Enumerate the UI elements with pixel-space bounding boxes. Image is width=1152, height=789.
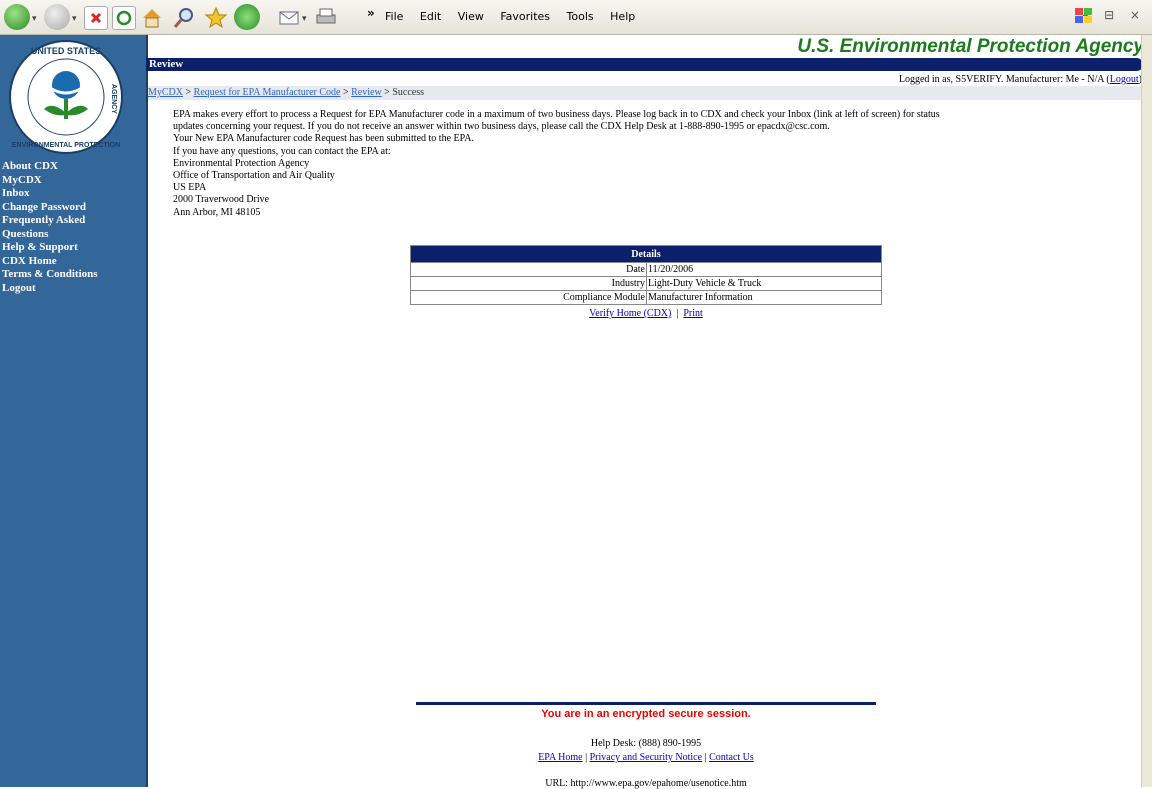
login-status: Logged in as, S5VERIFY. Manufacturer: Me… [899,74,1142,85]
home-icon[interactable] [140,6,162,28]
details-value: 11/20/2006 [646,262,882,277]
sidebar-item-inbox[interactable]: Inbox [2,187,98,201]
forward-dropdown-icon[interactable]: ▾ [72,14,77,24]
message-line: Your New EPA Manufacturer code Request h… [173,133,474,145]
menu-tools[interactable]: Tools [567,10,594,23]
breadcrumb-mycdx[interactable]: MyCDX [148,87,183,98]
svg-text:ENVIRONMENTAL PROTECTION: ENVIRONMENTAL PROTECTION [12,142,120,149]
sidebar-item-change-password[interactable]: Change Password [2,201,98,215]
login-text: Logged in as, S5VERIFY. Manufacturer: Me… [898,74,1110,85]
sidebar-item-faq[interactable]: Frequently Asked [2,214,98,228]
toolbar-overflow-icon[interactable]: » [367,6,375,20]
details-label: Date [410,262,647,277]
menu-file[interactable]: File [385,10,403,23]
menu-bar: File Edit View Favorites Tools Help [385,10,648,23]
browser-toolbar: ▾ ▾ ▾ » File Edit View Favorites Tools H… [0,0,1152,35]
vertical-scrollbar[interactable] [1141,35,1152,787]
footer-divider [416,702,876,705]
breadcrumb-request-code[interactable]: Request for EPA Manufacturer Code [194,87,341,98]
back-dropdown-icon[interactable]: ▾ [32,14,37,24]
footer-url: URL: http://www.epa.gov/epahome/usenotic… [545,778,747,789]
mail-dropdown-icon[interactable]: ▾ [302,14,307,24]
sidebar-item-about-cdx[interactable]: About CDX [2,160,98,174]
details-header: Details [410,245,882,263]
menu-help[interactable]: Help [610,10,635,23]
details-value: Light-Duty Vehicle & Truck [646,276,882,291]
action-links: Verify Home (CDX) | Print [410,308,882,319]
message-line: If you have any questions, you can conta… [173,145,391,157]
section-banner: Review [146,58,1143,71]
details-label: Industry [410,276,647,291]
sidebar-item-terms[interactable]: Terms & Conditions [2,268,98,282]
message-line: Ann Arbor, MI 48105 [173,206,261,218]
sidebar-item-faq-questions[interactable]: Questions [2,228,98,242]
sidebar-item-mycdx[interactable]: MyCDX [2,174,98,188]
breadcrumb-separator: > [342,87,349,98]
details-value: Manufacturer Information [646,290,882,305]
privacy-notice-link[interactable]: Privacy and Security Notice [590,752,702,763]
table-row: Date 11/20/2006 [410,262,882,277]
breadcrumb-review[interactable]: Review [351,87,382,98]
menu-edit[interactable]: Edit [420,10,441,23]
sidebar-item-help-support[interactable]: Help & Support [2,241,98,255]
footer-links: EPA Home | Privacy and Security Notice |… [416,752,876,763]
search-icon[interactable] [172,6,194,28]
agency-title: U.S. Environmental Protection Agency [797,36,1144,57]
epa-logo-icon: UNITED STATES ENVIRONMENTAL PROTECTION A… [9,40,123,154]
sidebar-nav: About CDX MyCDX Inbox Change Password Fr… [2,160,98,295]
breadcrumb-current: Success [392,87,424,98]
print-link[interactable]: Print [683,308,702,319]
refresh-icon[interactable] [112,6,136,30]
verify-home-link[interactable]: Verify Home (CDX) [589,308,671,319]
stop-icon[interactable] [84,6,108,30]
message-line: EPA makes every effort to process a Requ… [173,109,940,120]
message-line: 2000 Traverwood Drive [173,194,270,206]
menu-favorites[interactable]: Favorites [500,10,550,23]
mail-icon[interactable] [278,6,300,28]
message-line: US EPA [173,182,207,194]
helpdesk-info: Help Desk: (888) 890-1995 [590,738,702,749]
details-label: Compliance Module [410,290,647,305]
epa-home-link[interactable]: EPA Home [538,752,582,763]
sidebar: UNITED STATES ENVIRONMENTAL PROTECTION A… [0,35,148,787]
message-line: Environmental Protection Agency [173,157,310,169]
details-table: Details Date 11/20/2006 Industry Light-D… [410,245,882,305]
sidebar-item-logout[interactable]: Logout [2,282,98,296]
window-controls[interactable]: – ⊟ × [1082,8,1146,22]
menu-view[interactable]: View [458,10,484,23]
breadcrumb: MyCDX > Request for EPA Manufacturer Cod… [148,86,1142,100]
message-line: updates concerning your request. If you … [173,121,830,133]
link-separator: | [585,752,588,763]
message-line: Office of Transportation and Air Quality [173,170,335,182]
svg-text:UNITED STATES: UNITED STATES [31,46,101,56]
favorites-icon[interactable] [204,6,228,29]
link-separator: | [676,308,679,319]
history-icon[interactable] [234,4,260,30]
secure-session-notice: You are in an encrypted secure session. [541,708,751,720]
svg-text:AGENCY: AGENCY [110,84,117,114]
logout-link[interactable]: Logout [1110,74,1139,85]
back-icon[interactable] [4,4,30,30]
table-row: Industry Light-Duty Vehicle & Truck [410,276,882,291]
forward-icon[interactable] [44,4,70,30]
print-icon[interactable] [314,6,336,28]
link-separator: | [704,752,707,763]
message-body: EPA makes every effort to process a Requ… [173,109,1113,219]
breadcrumb-separator: > [185,87,192,98]
contact-us-link[interactable]: Contact Us [709,752,754,763]
table-row: Compliance Module Manufacturer Informati… [410,290,882,305]
breadcrumb-separator: > [384,87,390,98]
sidebar-item-cdx-home[interactable]: CDX Home [2,255,98,269]
